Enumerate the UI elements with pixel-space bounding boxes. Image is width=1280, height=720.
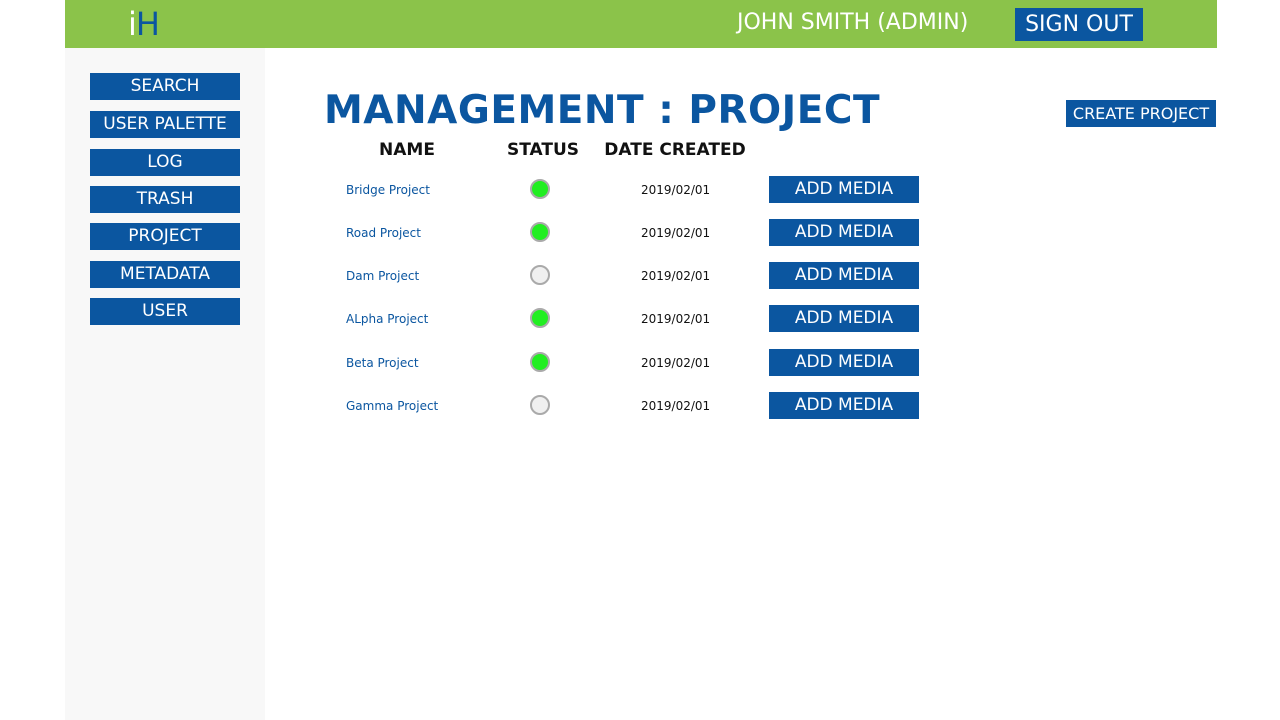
status-indicator-icon [530,352,550,372]
status-indicator-icon [530,395,550,415]
add-media-button[interactable]: ADD MEDIA [769,219,919,246]
sidebar: SEARCH USER PALETTE LOG TRASH PROJECT ME… [65,48,265,720]
table-row: Gamma Project 2019/02/01 ADD MEDIA [330,392,980,419]
date-created: 2019/02/01 [641,269,711,283]
project-name[interactable]: Bridge Project [346,181,430,199]
status-indicator-icon [530,222,550,242]
sign-out-button[interactable]: SIGN OUT [1015,8,1143,41]
table-row: Road Project 2019/02/01 ADD MEDIA [330,219,980,246]
table-row: Bridge Project 2019/02/01 ADD MEDIA [330,176,980,203]
app-logo[interactable]: iH [128,5,160,43]
status-indicator-icon [530,265,550,285]
project-name[interactable]: ALpha Project [346,310,428,328]
sidebar-item-project[interactable]: PROJECT [90,223,240,250]
column-header-status: STATUS [506,140,579,160]
create-project-button[interactable]: CREATE PROJECT [1066,100,1216,127]
sidebar-item-log[interactable]: LOG [90,149,240,176]
status-indicator-icon [530,308,550,328]
add-media-button[interactable]: ADD MEDIA [769,349,919,376]
logo-letter-i: i [128,5,137,43]
sidebar-item-search[interactable]: SEARCH [90,73,240,100]
date-created: 2019/02/01 [641,312,711,326]
sidebar-item-user[interactable]: USER [90,298,240,325]
project-name[interactable]: Gamma Project [346,397,438,415]
date-created: 2019/02/01 [641,356,711,370]
add-media-button[interactable]: ADD MEDIA [769,305,919,332]
table-row: Beta Project 2019/02/01 ADD MEDIA [330,349,980,376]
date-created: 2019/02/01 [641,226,711,240]
app-window: iH JOHN SMITH (ADMIN) SIGN OUT SEARCH US… [65,0,1217,720]
table-row: ALpha Project 2019/02/01 ADD MEDIA [330,305,980,332]
add-media-button[interactable]: ADD MEDIA [769,176,919,203]
project-name[interactable]: Beta Project [346,354,419,372]
status-indicator-icon [530,179,550,199]
date-created: 2019/02/01 [641,183,711,197]
date-created: 2019/02/01 [641,399,711,413]
sidebar-item-metadata[interactable]: METADATA [90,261,240,288]
current-user-label: JOHN SMITH (ADMIN) [737,10,969,35]
sidebar-item-user-palette[interactable]: USER PALETTE [90,111,240,138]
column-header-name: NAME [379,140,435,160]
column-header-date-created: DATE CREATED [604,140,746,160]
project-name[interactable]: Road Project [346,224,421,242]
top-bar: iH JOHN SMITH (ADMIN) SIGN OUT [65,0,1217,48]
add-media-button[interactable]: ADD MEDIA [769,262,919,289]
add-media-button[interactable]: ADD MEDIA [769,392,919,419]
project-name[interactable]: Dam Project [346,267,419,285]
page-title: MANAGEMENT : PROJECT [324,88,881,133]
logo-letter-h: H [135,5,160,43]
table-row: Dam Project 2019/02/01 ADD MEDIA [330,262,980,289]
sidebar-item-trash[interactable]: TRASH [90,186,240,213]
